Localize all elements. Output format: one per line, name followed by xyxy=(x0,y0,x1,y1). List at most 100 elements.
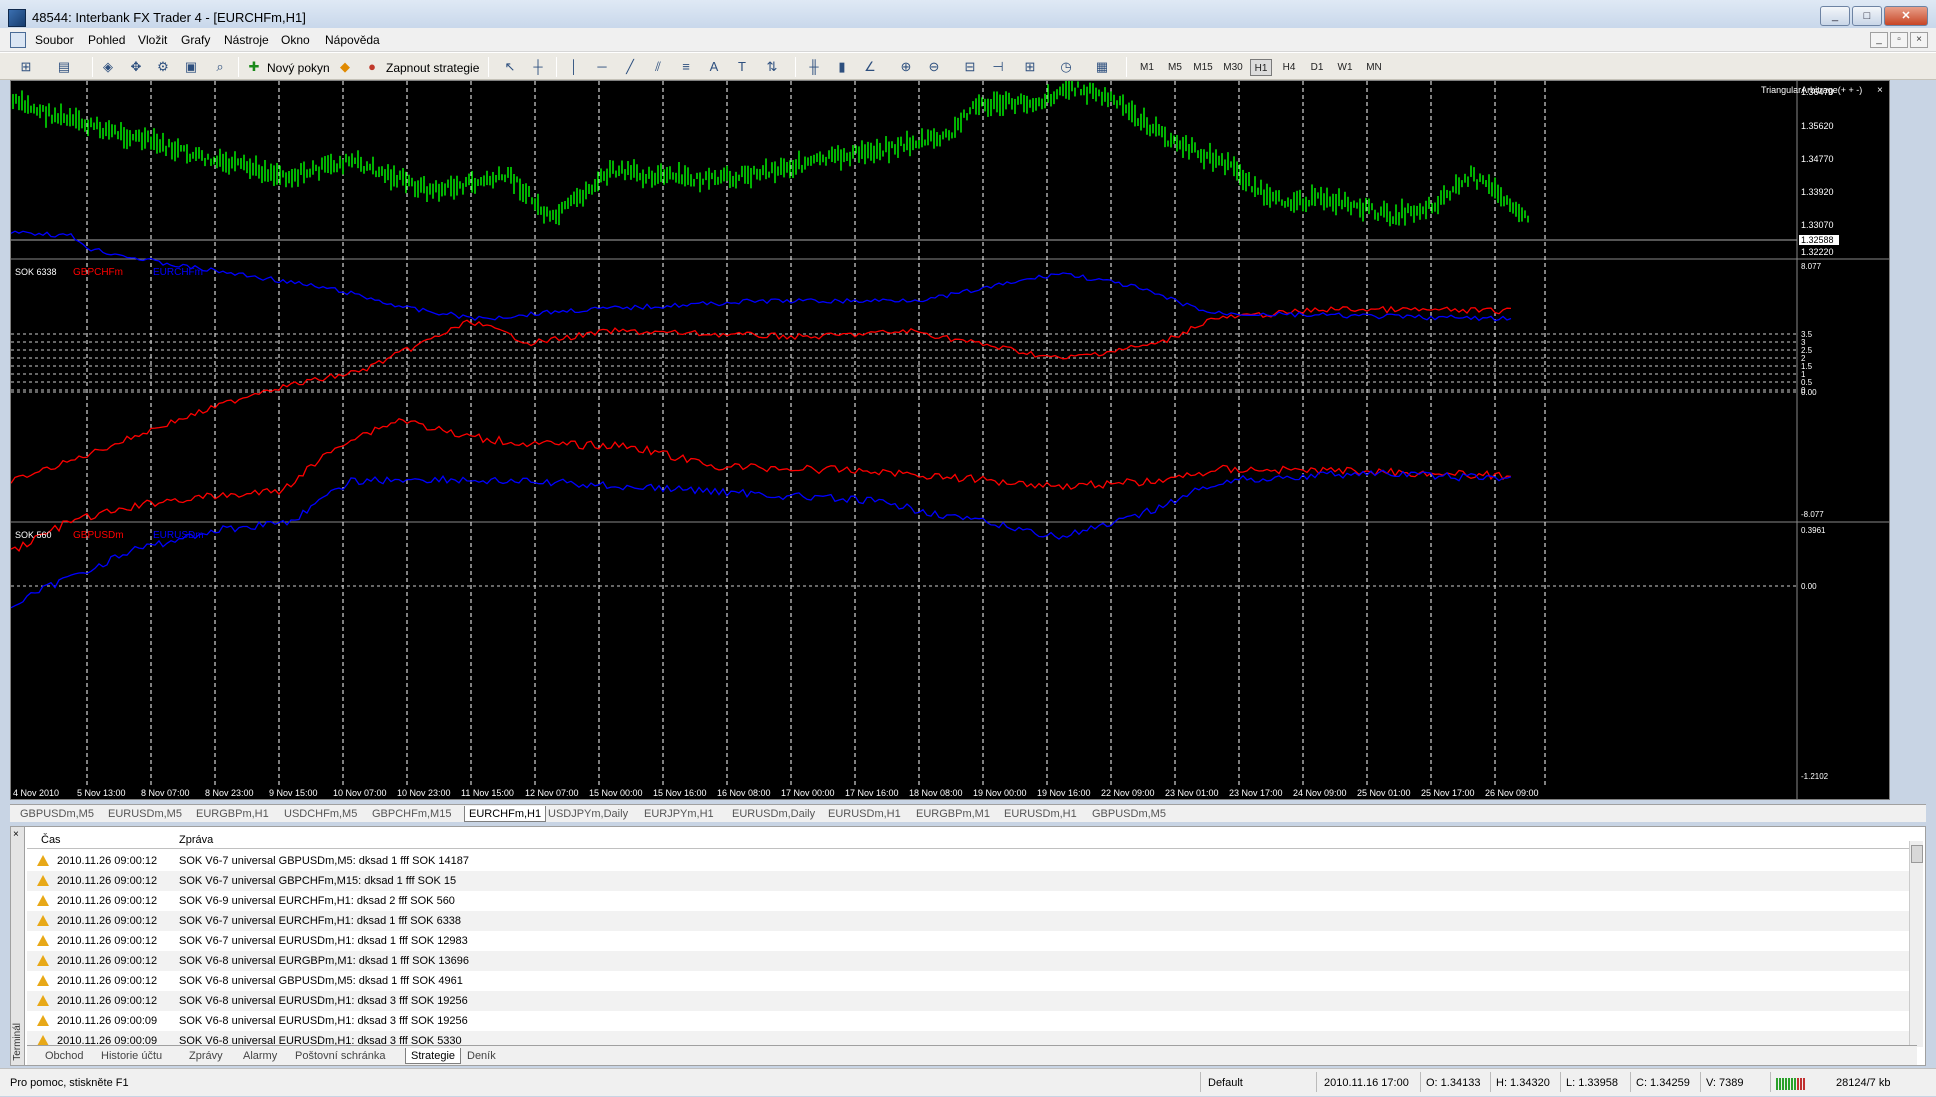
terminal-tab[interactable]: Alarmy xyxy=(243,1048,277,1064)
menu-pohled[interactable]: Pohled xyxy=(88,33,125,47)
terminal-tab[interactable]: Historie účtu xyxy=(101,1048,162,1064)
log-row[interactable]: 2010.11.26 09:00:12 SOK V6-7 universal GB… xyxy=(27,851,1917,871)
maximize-button[interactable]: □ xyxy=(1852,6,1882,26)
price-tick: 1.33070 xyxy=(1801,220,1834,230)
pane3-tick: -1.2102 xyxy=(1801,772,1829,781)
tester-icon[interactable]: ⌕ xyxy=(212,59,228,75)
templates-icon[interactable]: ▦ xyxy=(1094,59,1110,75)
chart-tab[interactable]: EURJPYm,H1 xyxy=(644,806,714,822)
chart-tab[interactable]: EURUSDm,M5 xyxy=(108,806,182,822)
log-row[interactable]: 2010.11.26 09:00:12 SOK V6-7 universal EU… xyxy=(27,931,1917,951)
pane3-series-red: GBPUSDm xyxy=(73,530,124,541)
auto-trading-button[interactable]: Zapnout strategie xyxy=(386,61,479,75)
mdi-minimize-button[interactable]: _ xyxy=(1870,32,1888,48)
chart-tab[interactable]: USDJPYm,Daily xyxy=(548,806,628,822)
log-row[interactable]: 2010.11.26 09:00:12 SOK V6-9 universal EU… xyxy=(27,891,1917,911)
minimize-button[interactable]: _ xyxy=(1820,6,1850,26)
channel-icon[interactable]: ⫽ xyxy=(650,59,666,75)
menu-vlozit[interactable]: Vložit xyxy=(138,33,167,47)
zoom-in-icon[interactable]: ⊕ xyxy=(898,59,914,75)
new-order-icon[interactable]: ✚ xyxy=(246,59,262,75)
column-message[interactable]: Zpráva xyxy=(179,834,213,846)
chart-canvas[interactable]: 4 Nov 2010 5 Nov 13:00 8 Nov 07:00 8 Nov 23… xyxy=(11,81,1889,799)
periods-icon[interactable]: ◷ xyxy=(1058,59,1074,75)
text-icon[interactable]: A xyxy=(706,59,722,75)
chart-tab[interactable]: GBPCHFm,M15 xyxy=(372,806,451,822)
column-time[interactable]: Čas xyxy=(41,834,61,846)
chart-tab[interactable]: EURUSDm,Daily xyxy=(732,806,815,822)
log-row[interactable]: 2010.11.26 09:00:09 SOK V6-8 universal EU… xyxy=(27,1011,1917,1031)
menu-soubor[interactable]: Soubor xyxy=(35,33,74,47)
terminal-panel: × Terminál Čas Zpráva 2010.11.26 09:00:1… xyxy=(10,826,1926,1066)
pane2-label: SOK 6338 xyxy=(15,267,57,277)
text-label-icon[interactable]: T xyxy=(734,59,750,75)
price-tick: 1.32220 xyxy=(1801,247,1834,257)
profiles-icon[interactable]: ▤ xyxy=(56,59,72,75)
terminal-close-icon[interactable]: × xyxy=(13,829,19,840)
expert-advisors-icon[interactable]: ● xyxy=(364,59,380,75)
terminal-icon[interactable]: ▣ xyxy=(183,59,199,75)
candlestick-icon[interactable]: ▮ xyxy=(834,59,850,75)
close-button[interactable]: ✕ xyxy=(1884,6,1928,26)
tf-w1[interactable]: W1 xyxy=(1334,59,1356,76)
terminal-tab[interactable]: Strategie xyxy=(405,1048,462,1064)
horizontal-line-icon[interactable]: ─ xyxy=(594,59,610,75)
indicators-icon[interactable]: ⊞ xyxy=(1022,59,1038,75)
log-row[interactable]: 2010.11.26 09:00:12 SOK V6-7 universal EU… xyxy=(27,911,1917,931)
log-message: SOK V6-8 universal EURUSDm,H1: dksad 3 f… xyxy=(179,995,468,1007)
scrollbar-thumb[interactable] xyxy=(1911,845,1923,863)
toolbar: ⊞ ▤ ◈ ✥ ⚙ ▣ ⌕ ✚ Nový pokyn ◆ ● Zapnout s… xyxy=(0,52,1936,80)
menu-napoveda[interactable]: Nápověda xyxy=(325,33,380,47)
arrows-icon[interactable]: ⇅ xyxy=(764,59,780,75)
market-watch-icon[interactable]: ◈ xyxy=(100,59,116,75)
terminal-tab[interactable]: Zprávy xyxy=(189,1048,223,1064)
chart-tab[interactable]: USDCHFm,M5 xyxy=(284,806,357,822)
indicator-close-icon[interactable]: × xyxy=(1877,85,1883,96)
bar-chart-icon[interactable]: ╫ xyxy=(806,59,822,75)
terminal-tab[interactable]: Deník xyxy=(467,1048,496,1064)
log-scrollbar[interactable] xyxy=(1909,841,1923,1047)
tf-mn[interactable]: MN xyxy=(1362,59,1386,76)
mdi-restore-button[interactable]: ▫ xyxy=(1890,32,1908,48)
chart-shift-icon[interactable]: ⊣ xyxy=(990,59,1006,75)
vertical-line-icon[interactable]: │ xyxy=(566,59,582,75)
chart-tab[interactable]: EURGBPm,M1 xyxy=(916,806,990,822)
navigator-icon[interactable]: ✥ xyxy=(128,59,144,75)
tf-h4[interactable]: H4 xyxy=(1278,59,1300,76)
tf-m15[interactable]: M15 xyxy=(1190,59,1216,76)
menu-okno[interactable]: Okno xyxy=(281,33,310,47)
tile-windows-icon[interactable]: ⊟ xyxy=(962,59,978,75)
fibonacci-icon[interactable]: ≡ xyxy=(678,59,694,75)
new-chart-icon[interactable]: ⊞ xyxy=(18,59,34,75)
chart-tab[interactable]: EURGBPm,H1 xyxy=(196,806,269,822)
zoom-out-icon[interactable]: ⊖ xyxy=(926,59,942,75)
terminal-tab[interactable]: Obchod xyxy=(45,1048,84,1064)
log-row[interactable]: 2010.11.26 09:00:12 SOK V6-7 universal GB… xyxy=(27,871,1917,891)
chart-tab[interactable]: GBPUSDm,M5 xyxy=(1092,806,1166,822)
menu-nastroje[interactable]: Nástroje xyxy=(224,33,269,47)
menu-grafy[interactable]: Grafy xyxy=(181,33,210,47)
data-window-icon[interactable]: ⚙ xyxy=(155,59,171,75)
chart-tab[interactable]: EURCHFm,H1 xyxy=(464,806,547,822)
chart-window[interactable]: 4 Nov 2010 5 Nov 13:00 8 Nov 07:00 8 Nov 23… xyxy=(10,80,1890,800)
mdi-close-button[interactable]: × xyxy=(1910,32,1928,48)
metaeditor-icon[interactable]: ◆ xyxy=(337,59,353,75)
log-row[interactable]: 2010.11.26 09:00:12 SOK V6-8 universal EU… xyxy=(27,991,1917,1011)
cursor-icon[interactable]: ↖ xyxy=(502,59,518,75)
chart-tab[interactable]: EURUSDm,H1 xyxy=(828,806,901,822)
tf-d1[interactable]: D1 xyxy=(1306,59,1328,76)
crosshair-icon[interactable]: ┼ xyxy=(530,59,546,75)
chart-tab[interactable]: EURUSDm,H1 xyxy=(1004,806,1077,822)
tf-m30[interactable]: M30 xyxy=(1220,59,1246,76)
log-row[interactable]: 2010.11.26 09:00:12 SOK V6-8 universal GB… xyxy=(27,971,1917,991)
indicator-label: TriangularArbitrage(+ + -) xyxy=(1761,85,1862,95)
tf-m1[interactable]: M1 xyxy=(1136,59,1158,76)
trendline-icon[interactable]: ╱ xyxy=(622,59,638,75)
log-row[interactable]: 2010.11.26 09:00:12 SOK V6-8 universal EU… xyxy=(27,951,1917,971)
tf-m5[interactable]: M5 xyxy=(1164,59,1186,76)
tf-h1[interactable]: H1 xyxy=(1250,59,1272,76)
chart-tab[interactable]: GBPUSDm,M5 xyxy=(20,806,94,822)
terminal-tab[interactable]: Poštovní schránka xyxy=(295,1048,386,1064)
line-chart-icon[interactable]: ∠ xyxy=(862,59,878,75)
new-order-button[interactable]: Nový pokyn xyxy=(267,61,330,75)
